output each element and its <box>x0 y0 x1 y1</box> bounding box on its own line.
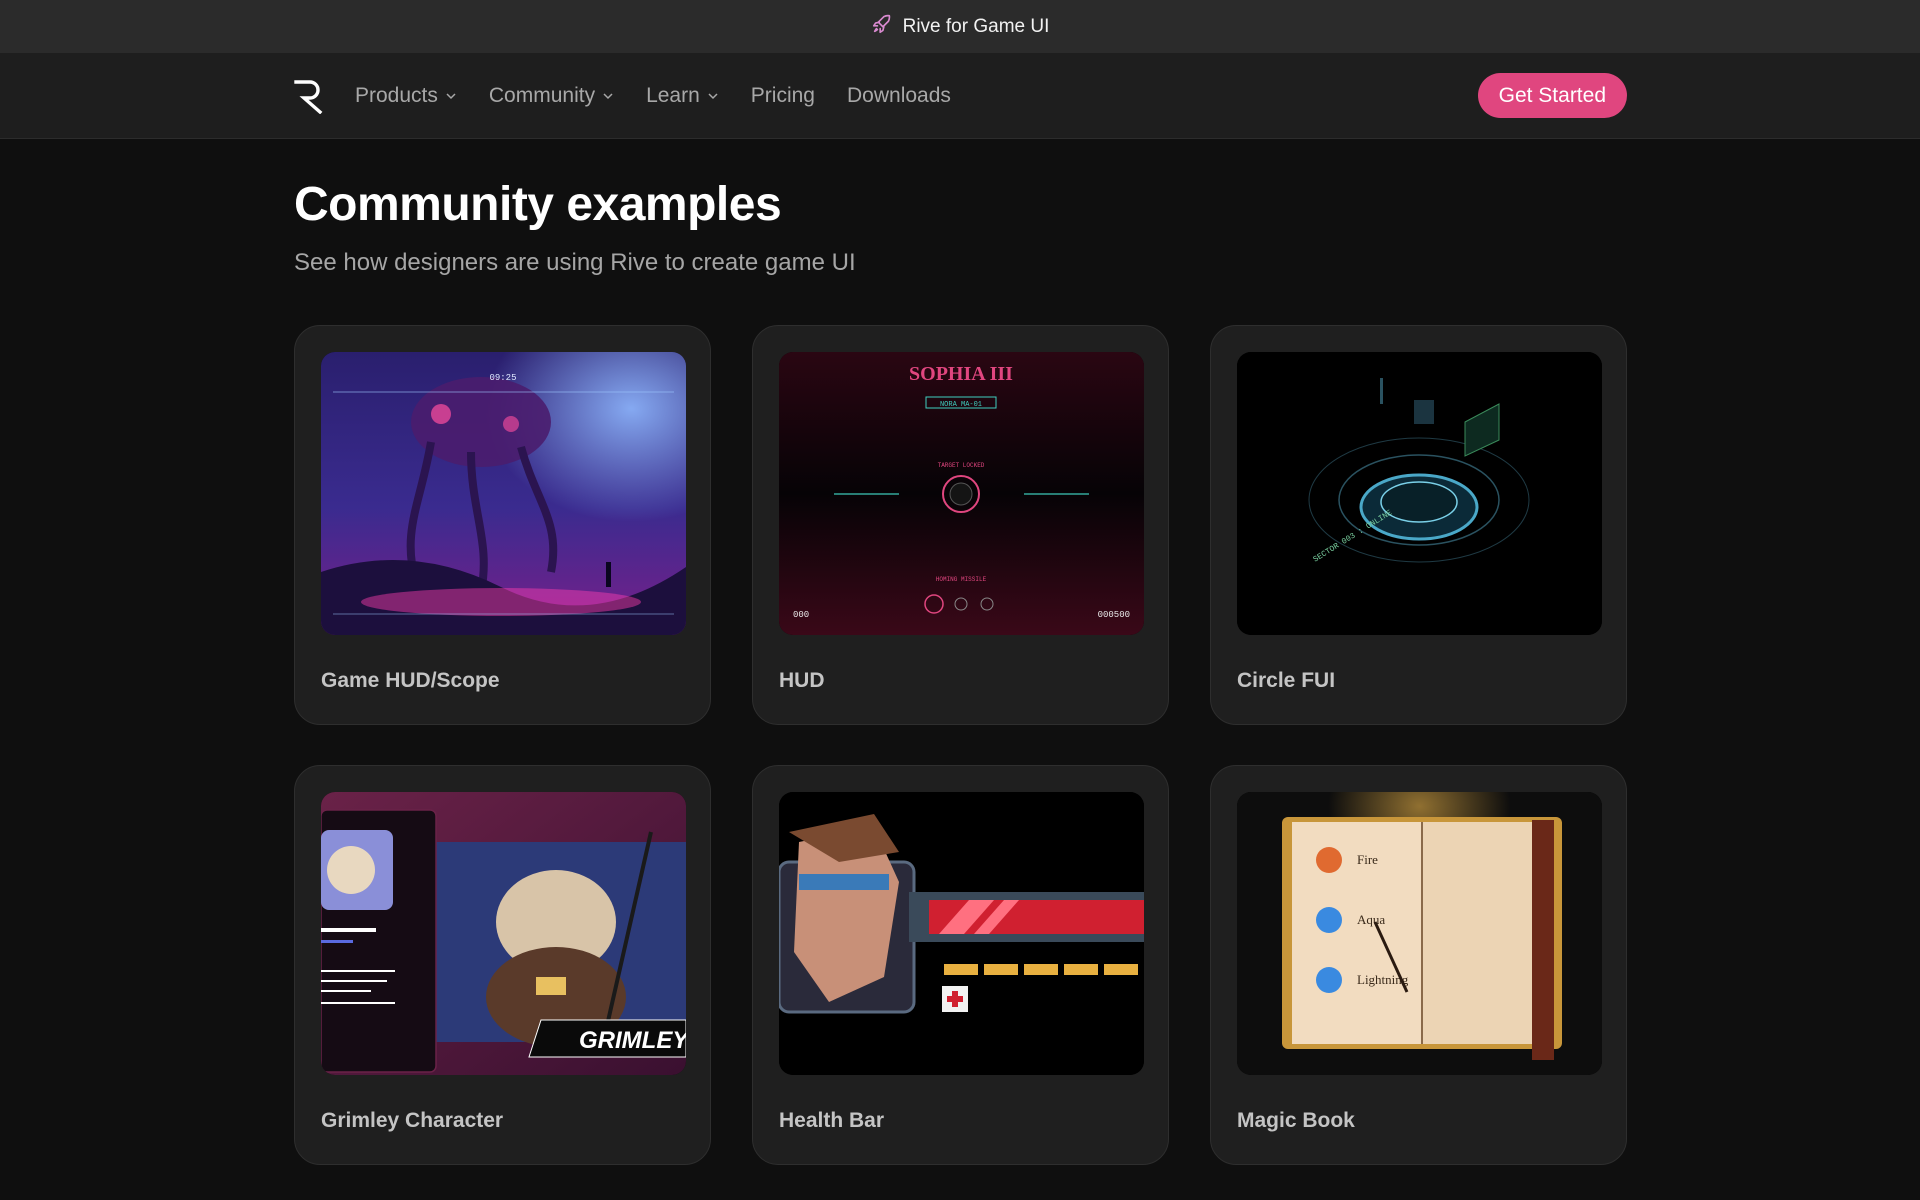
thumb-spell-fire: Fire <box>1357 852 1378 867</box>
thumb-hud-model: NORA MA-01 <box>940 401 982 409</box>
example-card-circle-fui[interactable]: SECTOR 003 : ONLINE Circle FUI <box>1210 325 1627 725</box>
nav-item-label: Products <box>355 83 438 107</box>
nav-item-learn[interactable]: Learn <box>646 84 719 108</box>
thumb-hud-target: TARGET LOCKED <box>938 462 985 469</box>
nav-item-pricing[interactable]: Pricing <box>751 84 815 108</box>
rocket-icon <box>871 13 893 41</box>
example-card-title: Game HUD/Scope <box>321 669 500 692</box>
nav-item-label: Downloads <box>847 83 951 107</box>
example-card-magic-book[interactable]: Fire Aqua Lightning Magic Book <box>1210 765 1627 1165</box>
example-card-game-hud-scope[interactable]: 09:25 Game HUD/Scope <box>294 325 711 725</box>
chevron-down-icon <box>708 92 718 99</box>
nav-item-products[interactable]: Products <box>355 84 457 108</box>
example-thumbnail: 09:25 <box>321 352 686 635</box>
nav-item-label: Pricing <box>750 83 815 107</box>
top-navigation: Products Community Learn Pricing Downloa… <box>0 53 1920 139</box>
thumb-clock-text: 09:25 <box>489 373 516 383</box>
example-card-title: Circle FUI <box>1237 669 1336 692</box>
nav-item-label: Learn <box>646 83 700 107</box>
chevron-down-icon <box>603 92 613 99</box>
example-thumbnail: GRIMLEY <box>321 792 686 1075</box>
page-subtitle: See how designers are using Rive to crea… <box>294 249 856 276</box>
example-thumbnail: SOPHIA III NORA MA-01 TARGET LOCKED HOMI… <box>779 352 1144 635</box>
thumb-hud-title: SOPHIA III <box>909 363 1013 385</box>
thumb-hud-score: 000500 <box>1098 610 1130 620</box>
thumb-spell-aqua: Aqua <box>1357 912 1385 927</box>
thumb-hud-credits: 000 <box>793 610 809 620</box>
example-thumbnail: Fire Aqua Lightning <box>1237 792 1602 1075</box>
example-card-health-bar[interactable]: Health Bar <box>752 765 1169 1165</box>
nav-item-label: Community <box>488 83 596 107</box>
thumb-hud-weapon: HOMING MISSILE <box>936 576 987 583</box>
main-content: Community examples See how designers are… <box>294 139 1627 1165</box>
example-card-grimley-character[interactable]: GRIMLEY Grimley Character <box>294 765 711 1165</box>
example-card-hud[interactable]: SOPHIA III NORA MA-01 TARGET LOCKED HOMI… <box>752 325 1169 725</box>
thumb-grimley-name: GRIMLEY <box>579 1027 686 1054</box>
nav-item-downloads[interactable]: Downloads <box>847 84 951 108</box>
nav-item-community[interactable]: Community <box>489 84 614 108</box>
example-card-title: Magic Book <box>1237 1109 1355 1132</box>
page-title: Community examples <box>294 178 782 231</box>
get-started-button[interactable]: Get Started <box>1477 73 1627 118</box>
example-card-title: Health Bar <box>779 1109 885 1132</box>
banner-text: Rive for Game UI <box>902 15 1050 37</box>
example-card-title: Grimley Character <box>321 1109 504 1132</box>
announcement-banner[interactable]: Rive for Game UI <box>0 0 1920 53</box>
example-card-title: HUD <box>779 669 825 692</box>
chevron-down-icon <box>446 92 456 99</box>
examples-grid: 09:25 Game HUD/Scope SOPHIA III NORA MA-… <box>294 325 1627 1165</box>
example-thumbnail: SECTOR 003 : ONLINE <box>1237 352 1602 635</box>
rive-logo[interactable] <box>294 78 326 114</box>
example-thumbnail <box>779 792 1144 1075</box>
